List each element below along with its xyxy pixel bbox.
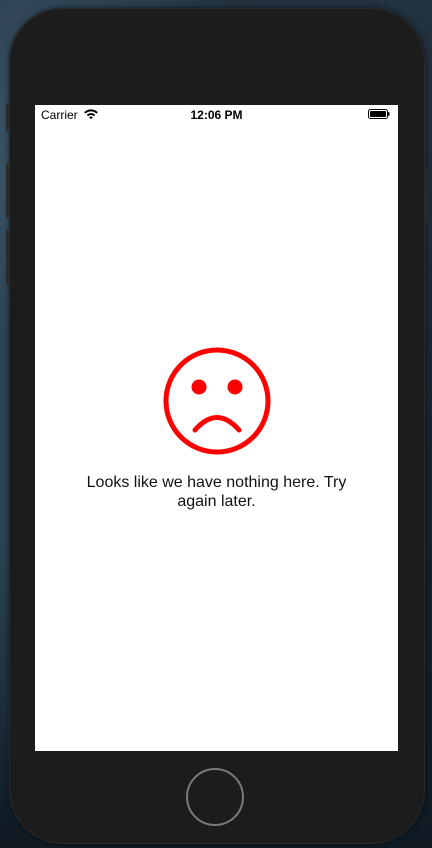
mute-switch [6, 103, 9, 131]
sad-face-icon [163, 347, 270, 455]
empty-state-message: Looks like we have nothing here. Try aga… [86, 474, 347, 510]
power-button [425, 168, 428, 223]
status-bar: Carrier 12:06 PM [35, 105, 398, 125]
empty-state: Looks like we have nothing here. Try aga… [35, 345, 398, 511]
volume-down-button [6, 230, 9, 285]
app-screen: Carrier 12:06 PM Looks like we have noth… [35, 105, 398, 751]
volume-up-button [6, 163, 9, 218]
home-button[interactable] [186, 768, 244, 826]
battery-icon [368, 109, 390, 119]
status-time: 12:06 PM [190, 108, 243, 122]
